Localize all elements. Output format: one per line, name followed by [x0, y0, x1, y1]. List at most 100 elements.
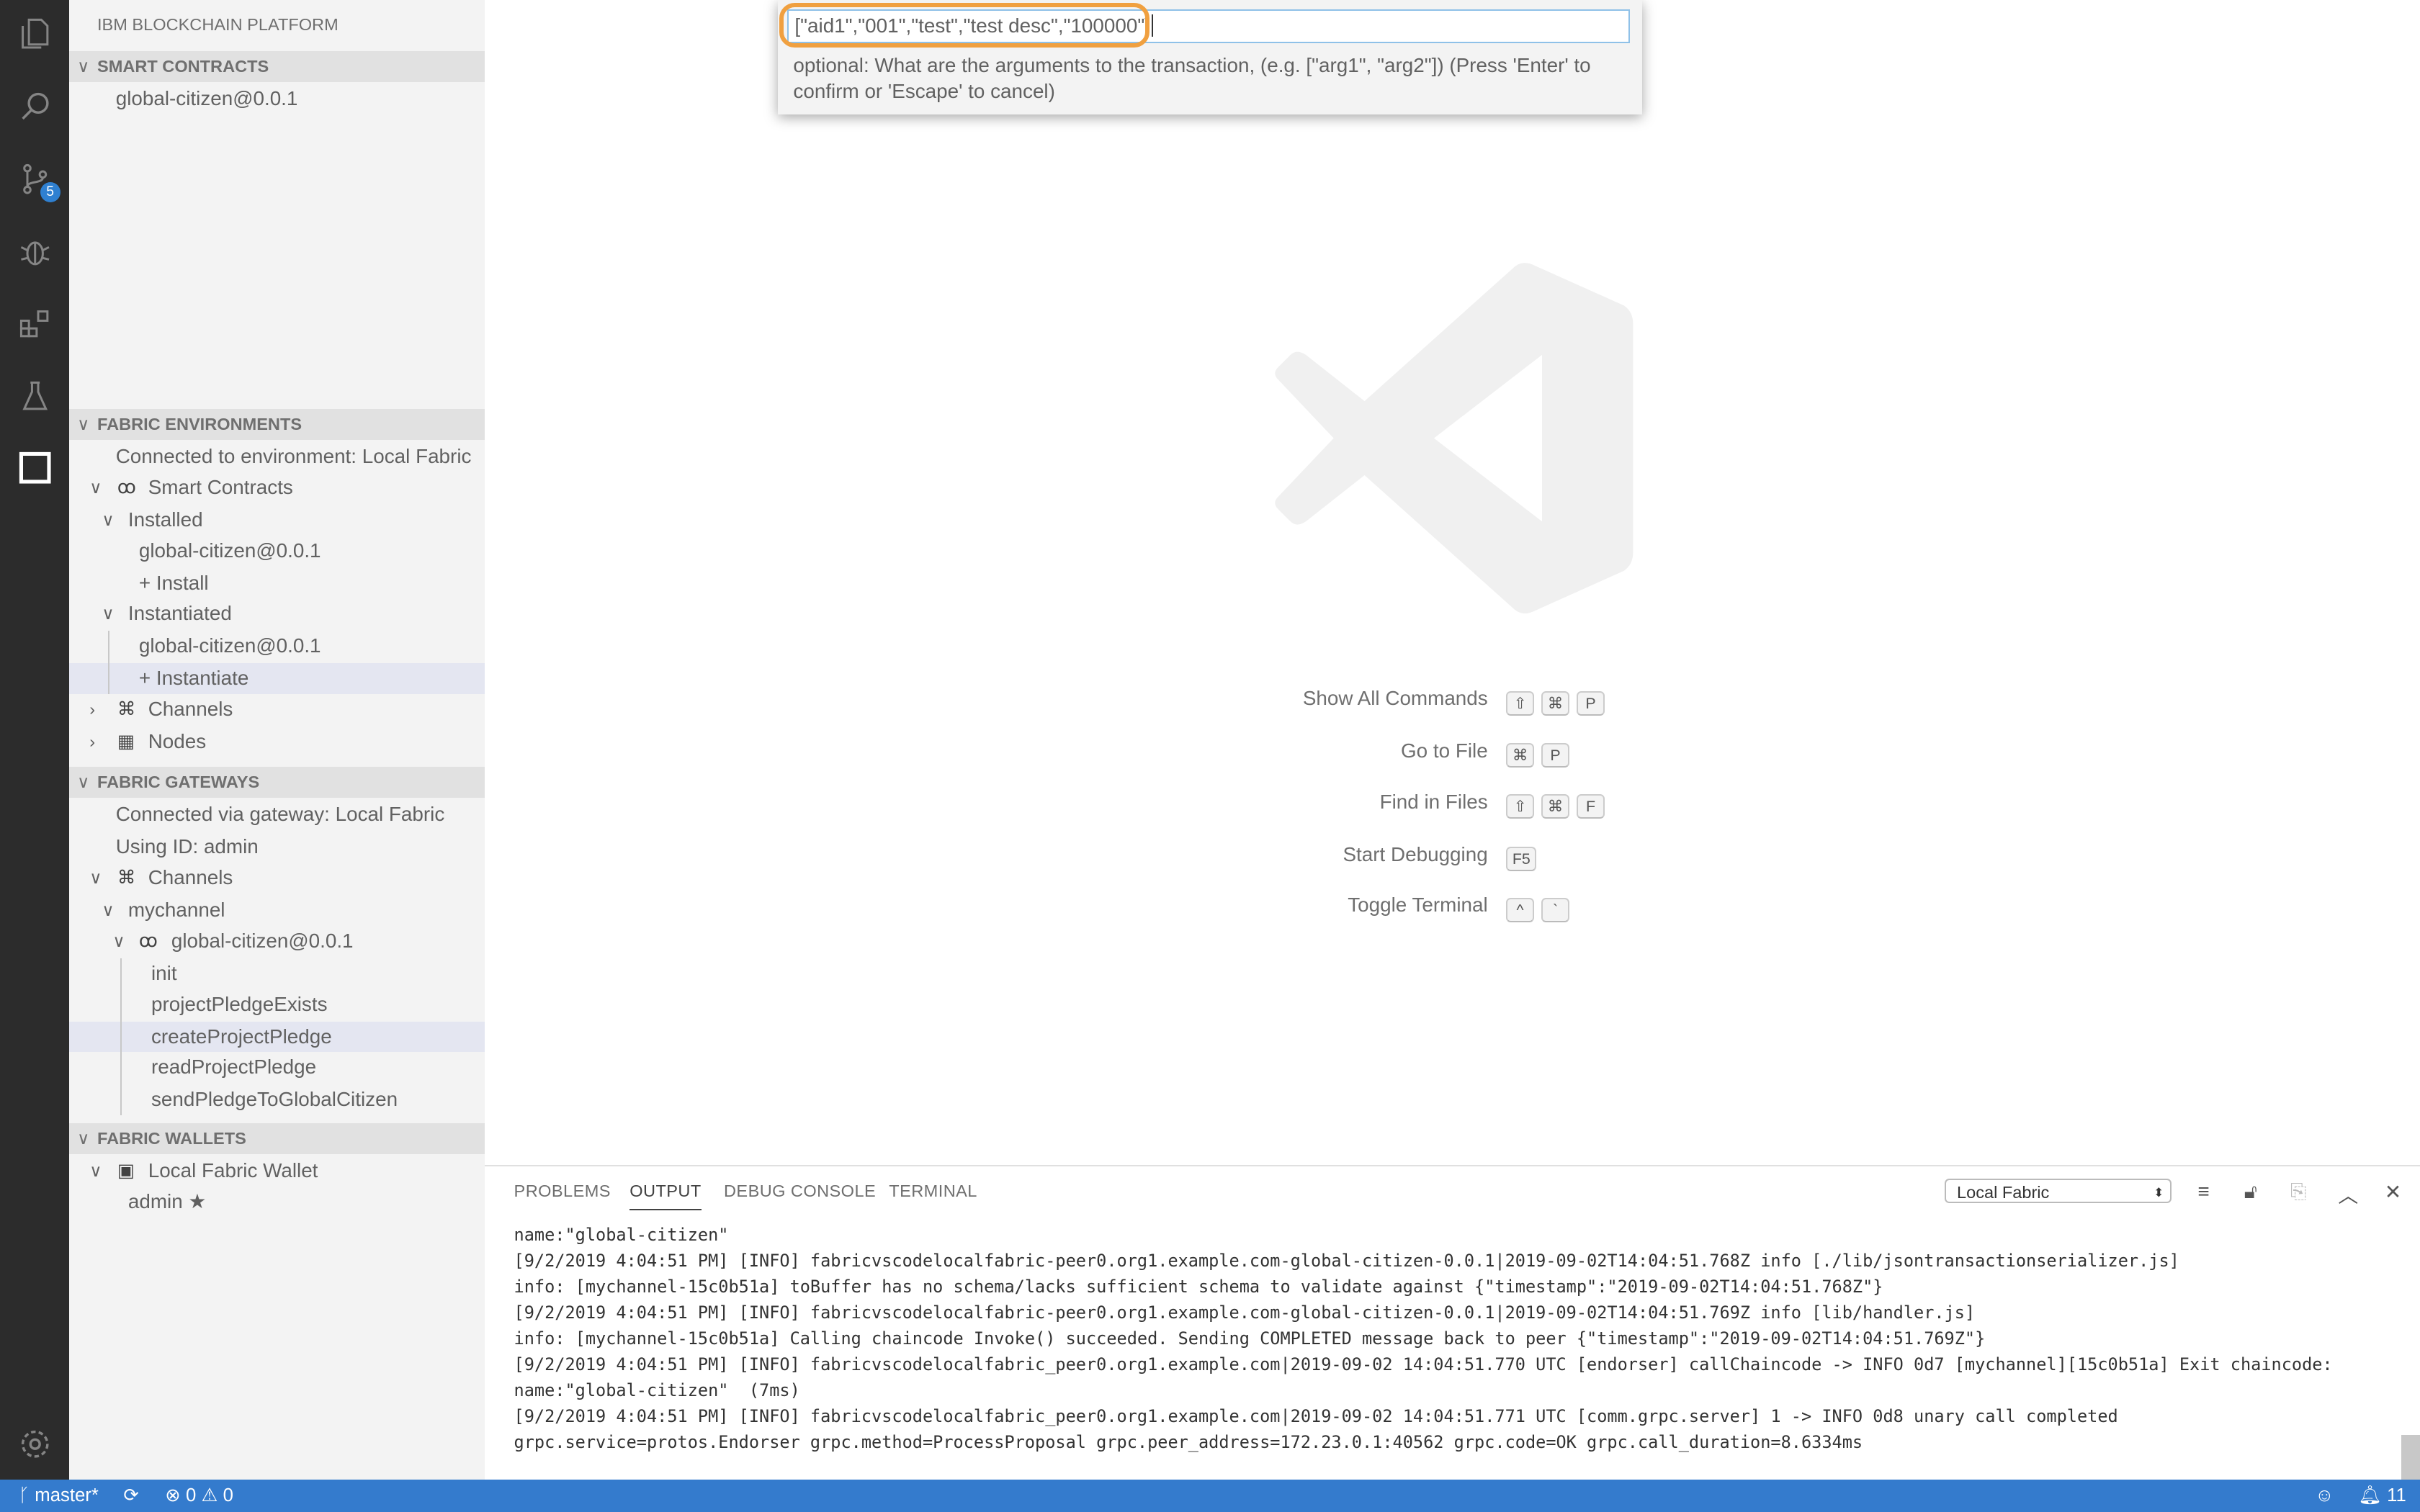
shortcut-start-debugging[interactable]: Start Debugging F5 [485, 840, 2420, 871]
section-fabric-environments[interactable]: ∨ FABRIC ENVIRONMENTS [69, 408, 485, 440]
item-label: sendPledgeToGlobalCitizen [151, 1088, 398, 1111]
tab-output[interactable]: OUTPUT [629, 1182, 702, 1210]
tree-item-env-channels[interactable]: › ⌘ Channels [69, 694, 484, 725]
clear-output-icon[interactable]: ≡ [2197, 1180, 2209, 1203]
debug-icon[interactable] [0, 220, 69, 282]
item-label: Instantiated [127, 602, 232, 625]
transaction-item[interactable]: readProjectPledge [69, 1052, 484, 1083]
bell-icon: 🔔︎ [2358, 1485, 2382, 1506]
chevron-right-icon: › [89, 732, 96, 752]
notification-count: 11 [2387, 1485, 2406, 1506]
shortcut-find-in-files[interactable]: Find in Files ⇧ ⌘ F [485, 787, 2420, 819]
transaction-item[interactable]: sendPledgeToGlobalCitizen [69, 1084, 484, 1115]
chevron-down-icon: ∨ [102, 510, 115, 529]
source-control-badge: 5 [40, 181, 60, 202]
section-title: FABRIC ENVIRONMENTS [97, 414, 302, 433]
explorer-icon[interactable] [0, 3, 69, 65]
smart-contract-icon: ꝏ [117, 477, 137, 498]
highlight-annotation [779, 3, 1150, 48]
tab-problems[interactable]: PROBLEMS [514, 1182, 611, 1201]
problems-indicator[interactable]: ⊗ 0 ⚠ 0 [165, 1480, 233, 1512]
notifications-indicator[interactable]: 🔔︎ 11 [2358, 1480, 2406, 1512]
tree-item-env-smart-contracts[interactable]: ∨ ꝏ Smart Contracts [69, 472, 484, 503]
log-line: grpc.service=protos.Endorser grpc.method… [514, 1431, 1863, 1452]
lock-scroll-icon[interactable]: 🔓︎ [2244, 1180, 2257, 1204]
transaction-item[interactable]: projectPledgeExists [69, 989, 484, 1020]
tree-item-nodes[interactable]: › ▦ Nodes [69, 726, 484, 757]
tree-item-instantiated-contract[interactable]: global-citizen@0.0.1 [69, 631, 484, 662]
output-scrollbar[interactable] [2401, 1215, 2420, 1481]
close-panel-icon[interactable]: ✕ [2385, 1180, 2401, 1204]
channels-icon: ⌘ [117, 699, 136, 720]
tree-item-wallet[interactable]: ∨ ▣ Local Fabric Wallet [69, 1156, 484, 1187]
log-line: name:"global-citizen" (7ms) [514, 1380, 800, 1400]
section-fabric-gateways[interactable]: ∨ FABRIC GATEWAYS [69, 767, 485, 798]
key: ` [1541, 897, 1569, 922]
test-flask-icon[interactable] [0, 366, 69, 428]
selected-channel: Local Fabric [1956, 1182, 2050, 1202]
tree-item-gw-channels[interactable]: ∨ ⌘ Channels [69, 863, 484, 894]
extensions-icon[interactable] [0, 293, 69, 355]
install-button[interactable]: + Install [69, 568, 484, 599]
shortcut-toggle-terminal[interactable]: Toggle Terminal ^ ` [485, 890, 2420, 922]
bottom-panel: PROBLEMS OUTPUT DEBUG CONSOLE TERMINAL L… [484, 1164, 2420, 1481]
item-label: mychannel [127, 898, 225, 921]
sidebar: IBM BLOCKCHAIN PLATFORM ∨ SMART CONTRACTS… [69, 0, 485, 1480]
text-cursor [1152, 14, 1154, 37]
tab-debug-console[interactable]: DEBUG CONSOLE [724, 1182, 876, 1201]
select-arrows-icon: ⬍ [2154, 1184, 2164, 1200]
tree-guide [107, 631, 110, 695]
tree-item-instantiated[interactable]: ∨ Instantiated [69, 598, 484, 629]
shift-key: ⇧ [1506, 794, 1534, 819]
tree-item-installed[interactable]: ∨ Installed [69, 505, 484, 536]
item-label: global-citizen@0.0.1 [171, 929, 354, 952]
feedback-smiley-icon[interactable]: ☺ [2315, 1480, 2334, 1512]
output-log: name:"global-citizen" [9/2/2019 4:04:51 P… [514, 1222, 2396, 1455]
sync-icon[interactable]: ⟳ [123, 1480, 139, 1512]
input-message: optional: What are the arguments to the … [793, 53, 1591, 103]
transaction-item[interactable]: init [69, 958, 484, 989]
tree-item-connected-env[interactable]: Connected to environment: Local Fabric [69, 441, 484, 472]
shortcut-label: Start Debugging [1343, 842, 1488, 865]
shortcut-label: Go to File [1401, 739, 1488, 762]
section-smart-contracts[interactable]: ∨ SMART CONTRACTS [69, 50, 485, 82]
shortcut-go-to-file[interactable]: Go to File ⌘ P [485, 736, 2420, 768]
section-title: FABRIC GATEWAYS [97, 773, 260, 791]
chevron-down-icon: ∨ [77, 56, 90, 76]
instantiate-button[interactable]: + Instantiate [69, 663, 485, 695]
output-channel-select[interactable]: Local Fabric ⬍ [1944, 1178, 2172, 1204]
transaction-item[interactable]: createProjectPledge [69, 1021, 485, 1053]
key: P [1541, 743, 1569, 768]
tree-item-identity[interactable]: admin ★ [69, 1187, 484, 1218]
item-label: Nodes [148, 730, 207, 753]
shortcut-label: Show All Commands [1302, 687, 1488, 710]
tree-item-gw-contract[interactable]: ∨ ꝏ global-citizen@0.0.1 [69, 926, 484, 957]
scrollbar-thumb[interactable] [2401, 1434, 2420, 1481]
settings-gear-icon[interactable] [0, 1413, 69, 1475]
maximize-panel-icon[interactable]: ︿ [2338, 1180, 2358, 1209]
section-title: FABRIC WALLETS [97, 1129, 246, 1148]
tab-terminal[interactable]: TERMINAL [889, 1182, 977, 1201]
shortcut-show-all-commands[interactable]: Show All Commands ⇧ ⌘ P [485, 683, 2420, 716]
branch-indicator[interactable]: ᚴ master* [19, 1480, 99, 1512]
error-icon: ⊗ [165, 1485, 181, 1506]
log-line: [9/2/2019 4:04:51 PM] [INFO] fabricvscod… [514, 1302, 1976, 1323]
chevron-down-icon: ∨ [77, 773, 90, 791]
blockchain-icon[interactable] [0, 436, 69, 498]
tree-item-installed-contract[interactable]: global-citizen@0.0.1 [69, 536, 484, 567]
tree-item-mychannel[interactable]: ∨ mychannel [69, 895, 484, 926]
warning-icon: ⚠ [201, 1485, 218, 1506]
chevron-down-icon: ∨ [89, 1161, 102, 1180]
editor-area: Show All Commands ⇧ ⌘ P Go to File ⌘ P Find i… [484, 0, 2420, 1165]
tree-item-using-id[interactable]: Using ID: admin [69, 832, 484, 863]
open-log-icon[interactable]: ⎘ [2290, 1180, 2306, 1204]
item-label: createProjectPledge [151, 1025, 332, 1048]
item-label: init [151, 961, 177, 984]
vscode-watermark-logo [1274, 263, 1634, 613]
source-control-icon[interactable]: 5 [0, 148, 69, 210]
section-fabric-wallets[interactable]: ∨ FABRIC WALLETS [69, 1123, 485, 1154]
chevron-down-icon: ∨ [77, 1129, 90, 1148]
search-icon[interactable] [0, 76, 69, 138]
tree-item-smart-contract[interactable]: global-citizen@0.0.1 [69, 84, 484, 114]
tree-item-connected-gateway[interactable]: Connected via gateway: Local Fabric [69, 799, 484, 830]
